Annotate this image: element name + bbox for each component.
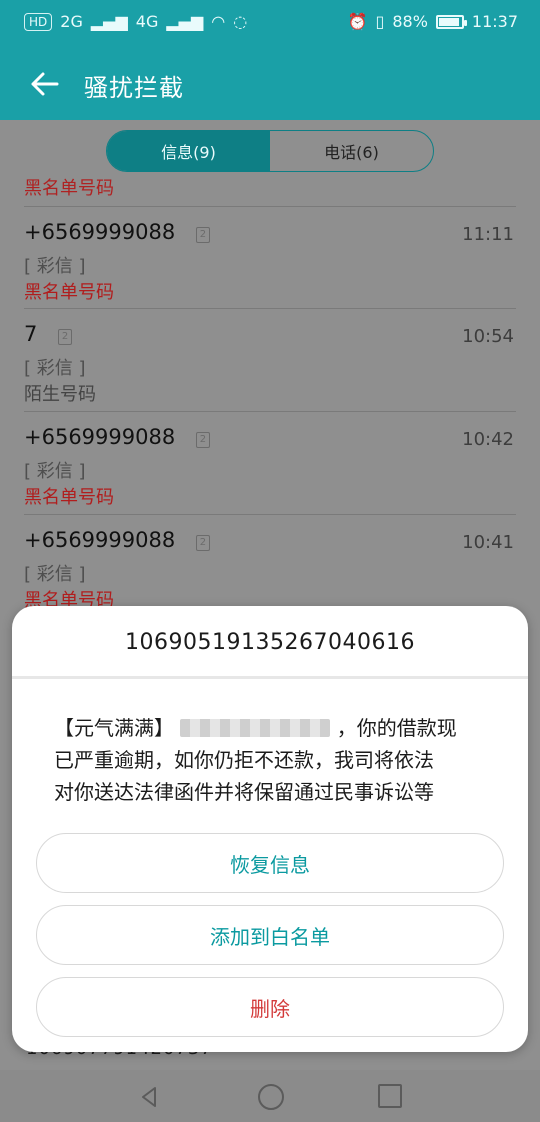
signal-icon: ▂▄▆ (166, 12, 204, 31)
divider (24, 411, 516, 412)
system-navigation-bar (0, 1070, 540, 1122)
status-left: HD 2G ▂▄▆ 4G ▂▄▆ ◠ ◌ (24, 12, 247, 31)
hd-indicator: HD (24, 12, 53, 31)
status-bar: HD 2G ▂▄▆ 4G ▂▄▆ ◠ ◌ ⏰ ▯ 88% 11:37 (0, 0, 540, 46)
message-time: 10:54 (462, 326, 514, 347)
divider (24, 308, 516, 309)
back-button[interactable] (24, 64, 64, 104)
arrow-left-icon (31, 72, 59, 96)
list-item[interactable]: 7 2 10:54 [ 彩信 ] 陌生号码 (0, 314, 540, 417)
message-tag: 黑名单号码 (24, 282, 114, 303)
status-right: ⏰ ▯ 88% 11:37 (348, 12, 518, 31)
divider (24, 514, 516, 515)
message-tag: 黑名单号码 (24, 487, 114, 508)
dialog-message-line-1: 【元气满满】 ，你的借款现 (54, 712, 494, 744)
dialog-title: 10690519135267040616 (125, 630, 415, 655)
alarm-icon: ⏰ (347, 12, 368, 31)
sender-number-text: 7 (24, 322, 38, 346)
notification-icon: ◌ (233, 12, 248, 31)
sender-number-text: +6569999088 (24, 528, 176, 552)
signal-4g-indicator: 4G (135, 12, 159, 31)
signal-2g-indicator: 2G (60, 12, 83, 31)
signal-icon: ▂▄▆ (90, 12, 128, 31)
status-time: 11:37 (471, 12, 518, 31)
sim-card-icon: 2 (195, 227, 210, 243)
redacted-text (180, 719, 331, 737)
tabs: 信息(9) 电话(6) (106, 130, 434, 172)
battery-icon (435, 14, 467, 29)
sim-card-icon: 2 (195, 432, 210, 448)
dialog-message-prefix: 【元气满满】 (54, 716, 174, 740)
message-type: [ 彩信 ] (24, 564, 86, 585)
sender-number: +6569999088 2 (24, 425, 210, 449)
list-item[interactable]: +6569999088 2 11:11 [ 彩信 ] 黑名单号码 (0, 212, 540, 315)
message-time: 11:11 (462, 224, 514, 245)
nav-back-icon[interactable] (137, 1084, 163, 1110)
message-action-dialog: 10690519135267040616 【元气满满】 ，你的借款现 已严重逾期… (12, 606, 528, 1052)
sim-card-icon: 2 (58, 329, 73, 345)
dialog-message-suffix: ，你的借款现 (336, 716, 457, 740)
sim-card-icon: 2 (195, 535, 210, 551)
sender-number: +6569999088 2 (24, 220, 210, 244)
page-title: 骚扰拦截 (84, 74, 184, 102)
dialog-message-line-2: 已严重逾期，如你仍拒不还款，我司将依法 (54, 748, 434, 772)
dialog-message: 【元气满满】 ，你的借款现 已严重逾期，如你仍拒不还款，我司将依法 对你送达法律… (54, 712, 494, 808)
tab-calls[interactable]: 电话(6) (270, 131, 433, 171)
message-time: 10:41 (462, 532, 514, 553)
nav-recents-icon[interactable] (378, 1084, 402, 1108)
sender-number-text: +6569999088 (24, 220, 176, 244)
message-type: [ 彩信 ] (24, 358, 86, 379)
sender-number-text: +6569999088 (24, 425, 176, 449)
sender-number: +6569999088 2 (24, 528, 210, 552)
sender-number: 7 2 (24, 322, 73, 346)
add-to-whitelist-button[interactable]: 添加到白名单 (36, 905, 504, 965)
vibrate-icon: ▯ (375, 12, 385, 31)
partial-tag: 黑名单号码 (24, 178, 114, 199)
nav-home-icon[interactable] (258, 1084, 284, 1110)
tab-messages[interactable]: 信息(9) (107, 131, 270, 171)
app-header: 骚扰拦截 (0, 46, 540, 120)
message-time: 10:42 (462, 429, 514, 450)
message-tag: 陌生号码 (24, 384, 96, 405)
wifi-icon: ◠ (211, 12, 226, 31)
restore-message-button[interactable]: 恢复信息 (36, 833, 504, 893)
list-item[interactable]: +6569999088 2 10:42 [ 彩信 ] 黑名单号码 (0, 417, 540, 520)
dialog-message-line-3: 对你送达法律函件并将保留通过民事诉讼等 (54, 780, 434, 804)
delete-button[interactable]: 删除 (36, 977, 504, 1037)
divider (24, 206, 516, 207)
battery-percent: 88% (392, 12, 428, 31)
message-type: [ 彩信 ] (24, 461, 86, 482)
message-type: [ 彩信 ] (24, 256, 86, 277)
dialog-divider (12, 676, 528, 679)
